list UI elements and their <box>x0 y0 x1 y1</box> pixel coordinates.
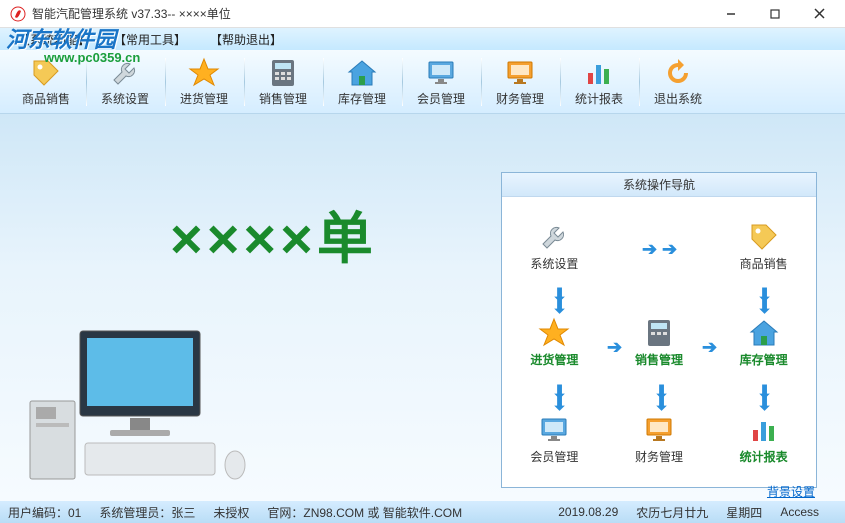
separator <box>560 58 561 106</box>
center-watermark: ××××单 <box>170 194 377 275</box>
toolbar-purchase[interactable]: 进货管理 <box>168 54 240 110</box>
orange-monitor-icon <box>505 56 535 90</box>
window-title: 智能汽配管理系统 v37.33-- ××××单位 <box>32 5 709 22</box>
nav-panel-title: 系统操作导航 <box>502 173 816 197</box>
nav-sell-mgmt[interactable]: 销售管理 <box>607 294 712 391</box>
toolbar-sales[interactable]: 商品销售 <box>10 54 82 110</box>
orange-monitor-icon <box>644 412 674 448</box>
nav-sales[interactable]: 商品销售 <box>711 197 816 294</box>
close-button[interactable] <box>797 1 841 27</box>
monitor-icon <box>426 56 456 90</box>
computer-illustration <box>20 311 260 496</box>
monitor-icon <box>539 412 569 448</box>
toolbar-stats[interactable]: 统计报表 <box>563 54 635 110</box>
separator <box>86 58 87 106</box>
star-icon <box>538 315 570 351</box>
menubar: 【系统功能】 【常用工具】 【帮助退出】 <box>0 28 845 50</box>
background-setting-link[interactable]: 背景设置 <box>767 483 815 500</box>
app-icon <box>10 6 26 22</box>
workspace: ××××单 系统操作导航 ➔ ➔ ⬇ ⬇ ⬇ ⬇ ➔ ➔ ⬇ ⬇ <box>0 114 845 501</box>
status-lunar: 农历七月廿九 <box>636 504 708 521</box>
status-license: 未授权 <box>213 504 249 521</box>
tag-icon <box>748 219 780 255</box>
toolbar: 商品销售 系统设置 进货管理 销售管理 库存管理 会员管理 财务管理 统计报表 … <box>0 50 845 114</box>
separator <box>323 58 324 106</box>
nav-settings[interactable]: 系统设置 <box>502 197 607 294</box>
nav-member[interactable]: 会员管理 <box>502 390 607 487</box>
toolbar-exit[interactable]: 退出系统 <box>642 54 714 110</box>
nav-purchase[interactable]: 进货管理 <box>502 294 607 391</box>
nav-grid: ➔ ➔ ⬇ ⬇ ⬇ ⬇ ➔ ➔ ⬇ ⬇ ⬇ ⬇ ⬇ ⬇ 系统设置 商品销售 <box>502 197 816 487</box>
separator <box>639 58 640 106</box>
separator <box>244 58 245 106</box>
wrench-icon <box>110 56 140 90</box>
status-date: 2019.08.29 <box>558 505 618 519</box>
refresh-icon <box>664 56 692 90</box>
nav-finance[interactable]: 财务管理 <box>607 390 712 487</box>
menu-tools[interactable]: 【常用工具】 <box>114 31 186 48</box>
nav-panel: 系统操作导航 ➔ ➔ ⬇ ⬇ ⬇ ⬇ ➔ ➔ ⬇ ⬇ ⬇ ⬇ ⬇ ⬇ 系统设置 <box>501 172 817 488</box>
status-website: 官网：ZN98.COM 或 智能软件.COM <box>267 504 462 521</box>
nav-stats[interactable]: 统计报表 <box>711 390 816 487</box>
toolbar-sell-mgmt[interactable]: 销售管理 <box>247 54 319 110</box>
star-icon <box>188 56 220 90</box>
calculator-icon <box>270 56 296 90</box>
menu-system[interactable]: 【系统功能】 <box>18 31 90 48</box>
separator <box>481 58 482 106</box>
window-controls <box>709 1 841 27</box>
toolbar-finance[interactable]: 财务管理 <box>484 54 556 110</box>
status-usercode: 用户编码：01 <box>8 504 81 521</box>
status-db: Access <box>780 505 819 519</box>
wrench-icon <box>539 219 569 255</box>
minimize-button[interactable] <box>709 1 753 27</box>
tag-icon <box>30 56 62 90</box>
separator <box>402 58 403 106</box>
nav-empty <box>607 197 712 294</box>
status-admin: 系统管理员：张三 <box>99 504 195 521</box>
status-weekday: 星期四 <box>726 504 762 521</box>
calculator-icon <box>646 315 672 351</box>
house-icon <box>346 56 378 90</box>
titlebar: 智能汽配管理系统 v37.33-- ××××单位 <box>0 0 845 28</box>
toolbar-inventory[interactable]: 库存管理 <box>326 54 398 110</box>
house-icon <box>748 315 780 351</box>
maximize-button[interactable] <box>753 1 797 27</box>
separator <box>165 58 166 106</box>
statusbar: 用户编码：01 系统管理员：张三 未授权 官网：ZN98.COM 或 智能软件.… <box>0 501 845 523</box>
toolbar-settings[interactable]: 系统设置 <box>89 54 161 110</box>
chart-icon <box>584 56 614 90</box>
toolbar-member[interactable]: 会员管理 <box>405 54 477 110</box>
nav-inventory[interactable]: 库存管理 <box>711 294 816 391</box>
menu-help-exit[interactable]: 【帮助退出】 <box>210 31 282 48</box>
chart-icon <box>749 412 779 448</box>
